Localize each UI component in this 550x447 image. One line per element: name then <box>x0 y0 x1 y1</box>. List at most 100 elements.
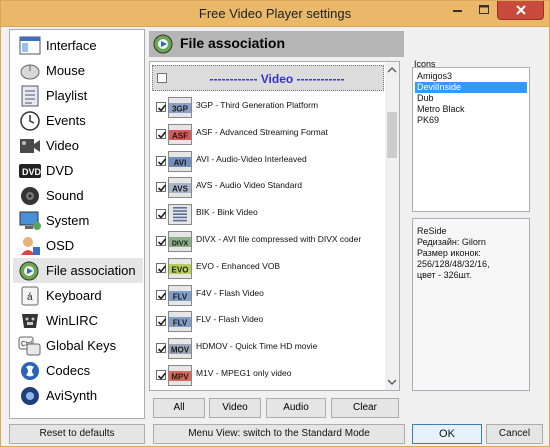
row-checkbox[interactable] <box>156 262 167 273</box>
row-checkbox[interactable] <box>156 289 167 300</box>
sidebar-item-label: OSD <box>46 238 75 253</box>
scroll-up-button[interactable] <box>385 62 399 78</box>
row-checkbox[interactable] <box>156 209 167 220</box>
sidebar-item-winlirc[interactable]: WinLIRC <box>13 308 143 333</box>
sidebar-item-label: Keyboard <box>46 288 102 303</box>
info-line: 256/128/48/32/16, <box>417 259 490 269</box>
list-item[interactable]: AVI AVI - Audio-Video Interleaved <box>150 148 386 174</box>
row-checkbox[interactable] <box>156 236 167 246</box>
file-type-icon: 3GP <box>168 97 192 118</box>
section-header: File association <box>149 31 404 57</box>
sidebar-item-events[interactable]: Events <box>13 108 143 133</box>
sidebar-item-system[interactable]: System <box>13 208 143 233</box>
settings-sidebar: Interface Mouse Playlist Events Video DV… <box>9 29 145 419</box>
ok-button[interactable]: OK <box>412 424 482 444</box>
file-type-icon: FLV <box>168 284 192 306</box>
row-checkbox[interactable] <box>156 343 167 354</box>
list-scrollbar[interactable] <box>385 62 399 390</box>
icon-theme-list: Amigos3 DevilInside Dub Metro Black PK69 <box>412 67 530 212</box>
sidebar-item-mouse[interactable]: Mouse <box>13 58 143 83</box>
info-line: цвет - 326шт. <box>417 270 472 280</box>
file-type-label: ASF - Advanced Streaming Format <box>196 126 328 137</box>
sound-icon <box>17 185 43 207</box>
file-type-icon: MPV <box>168 365 192 386</box>
row-checkbox[interactable] <box>156 128 167 139</box>
sidebar-item-interface[interactable]: Interface <box>13 33 143 58</box>
group-row-video[interactable]: ------------ Video ------------ <box>152 65 384 91</box>
icon-theme-item[interactable]: Dub <box>415 93 527 104</box>
file-type-label: DIVX - AVI file compressed with DIVX cod… <box>196 234 362 244</box>
close-button[interactable] <box>497 1 544 20</box>
sidebar-item-codecs[interactable]: Codecs <box>13 358 143 383</box>
row-checkbox[interactable] <box>156 182 167 193</box>
dvd-icon: DVD <box>17 160 43 182</box>
info-line: ReSide <box>417 226 447 236</box>
maximize-icon <box>479 5 489 14</box>
minimize-button[interactable] <box>444 1 471 20</box>
file-type-label: HDMOV - Quick Time HD movie <box>196 341 318 352</box>
group-checkbox[interactable] <box>157 73 167 83</box>
menu-view-button[interactable]: Menu View: switch to the Standard Mode <box>153 424 405 444</box>
sidebar-item-playlist[interactable]: Playlist <box>13 83 143 108</box>
svg-text:á: á <box>27 292 33 303</box>
sidebar-item-global-keys[interactable]: Ctrl Global Keys <box>13 333 143 358</box>
scroll-thumb[interactable] <box>387 112 397 158</box>
row-checkbox[interactable] <box>156 155 167 166</box>
icon-theme-item-selected[interactable]: DevilInside <box>415 82 527 93</box>
playlist-icon <box>17 85 43 107</box>
audio-button[interactable]: Audio <box>266 398 326 418</box>
list-item[interactable]: FLV F4V - Flash Video <box>150 282 386 308</box>
icon-theme-item[interactable]: Metro Black <box>415 104 527 115</box>
page-title: File association <box>180 35 286 51</box>
reset-defaults-button[interactable]: Reset to defaults <box>9 424 145 444</box>
maximize-button[interactable] <box>471 1 497 20</box>
all-button[interactable]: All <box>153 398 205 418</box>
icon-theme-item[interactable]: Amigos3 <box>415 71 527 82</box>
chevron-up-icon <box>387 66 397 73</box>
osd-icon <box>17 235 43 257</box>
row-checkbox[interactable] <box>156 102 167 112</box>
chevron-down-icon <box>387 379 397 386</box>
file-type-icon: DIVX <box>168 231 192 252</box>
list-item[interactable]: BIK - Bink Video <box>150 201 386 227</box>
file-type-icon: FLV <box>168 311 192 333</box>
sidebar-item-label: Events <box>46 113 86 128</box>
row-checkbox[interactable] <box>156 370 167 380</box>
settings-window: Free Video Player settings Interface Mou… <box>0 0 550 447</box>
sidebar-item-label: WinLIRC <box>46 313 99 328</box>
list-item[interactable]: FLV FLV - Flash Video <box>150 308 386 334</box>
list-item[interactable]: AVS AVS - Audio Video Standard <box>150 174 386 200</box>
sidebar-item-keyboard[interactable]: á Keyboard <box>13 283 143 308</box>
sidebar-item-video[interactable]: Video <box>13 133 143 158</box>
mouse-icon <box>17 60 43 82</box>
file-type-label: F4V - Flash Video <box>196 287 264 298</box>
video-button[interactable]: Video <box>209 398 261 418</box>
file-type-icon: EVO <box>168 257 192 279</box>
sidebar-item-label: Sound <box>46 188 84 203</box>
list-item[interactable]: MOV HDMOV - Quick Time HD movie <box>150 335 386 361</box>
info-line: Редизайн: Gilorn <box>417 237 486 247</box>
sidebar-item-label: File association <box>46 263 136 278</box>
svg-text:MPV: MPV <box>171 373 189 382</box>
scroll-down-button[interactable] <box>385 374 399 390</box>
sidebar-item-sound[interactable]: Sound <box>13 183 143 208</box>
file-type-label: FLV - Flash Video <box>196 314 264 325</box>
list-item[interactable]: EVO EVO - Enhanced VOB <box>150 255 386 281</box>
icon-theme-item[interactable]: PK69 <box>415 115 527 126</box>
winlirc-icon <box>17 310 43 332</box>
file-type-icon: ASF <box>168 123 192 145</box>
list-item[interactable]: 3GP 3GP - Third Generation Platform <box>150 94 386 120</box>
system-icon <box>17 210 43 232</box>
row-checkbox[interactable] <box>156 316 167 327</box>
clear-button[interactable]: Clear <box>331 398 399 418</box>
sidebar-item-dvd[interactable]: DVD DVD <box>13 158 143 183</box>
cancel-button[interactable]: Cancel <box>486 424 543 444</box>
list-item[interactable]: DIVX DIVX - AVI file compressed with DIVX… <box>150 228 386 254</box>
sidebar-item-avisynth[interactable]: AviSynth <box>13 383 143 408</box>
list-item[interactable]: ASF ASF - Advanced Streaming Format <box>150 121 386 147</box>
sidebar-item-file-association[interactable]: File association <box>13 258 143 283</box>
svg-text:ASF: ASF <box>172 131 188 140</box>
sidebar-item-osd[interactable]: OSD <box>13 233 143 258</box>
list-item[interactable]: MPV M1V - MPEG1 only video <box>150 362 386 388</box>
file-type-label: BIK - Bink Video <box>196 207 258 218</box>
